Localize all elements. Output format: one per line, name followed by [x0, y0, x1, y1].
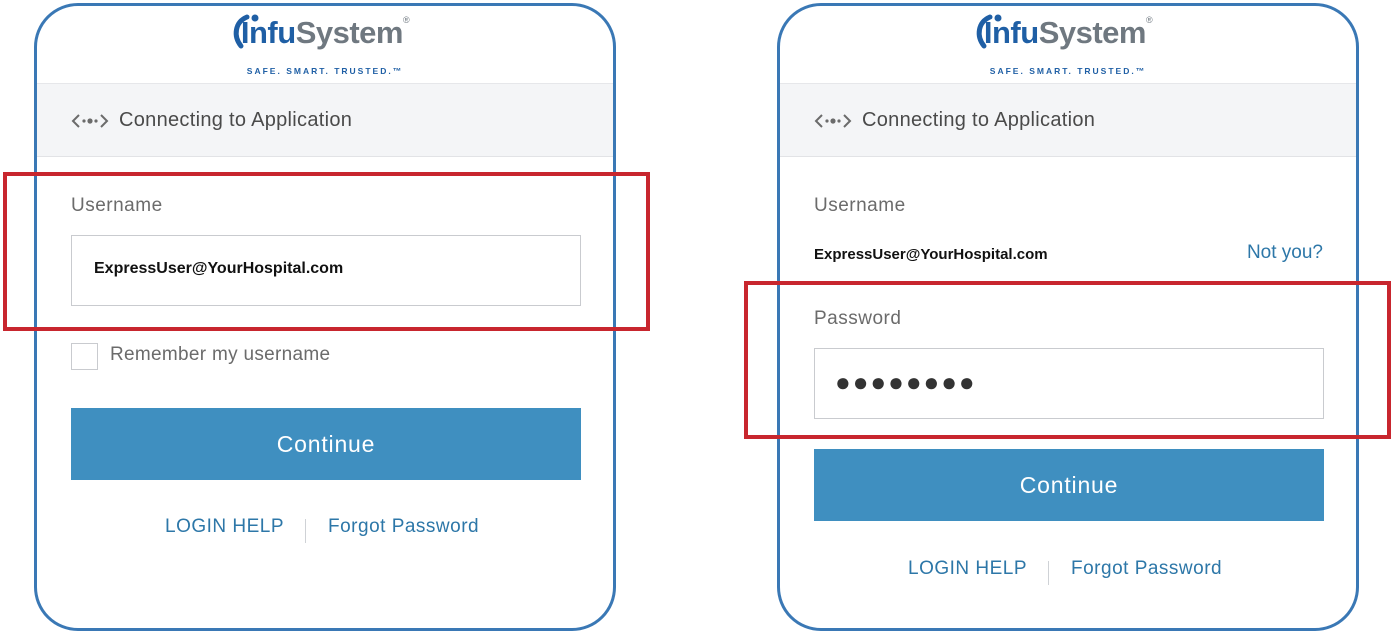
logo-system-text: System	[1038, 15, 1147, 50]
username-display: ExpressUser@YourHospital.com	[814, 246, 1048, 263]
brand-logo: InfuSystem® SAFE. SMART. TRUSTED.™	[37, 6, 613, 84]
banner-text: Connecting to Application	[119, 109, 353, 131]
link-separator	[1048, 561, 1049, 585]
logo-wordmark: InfuSystem®	[37, 15, 613, 51]
forgot-password-link[interactable]: Forgot Password	[328, 516, 479, 538]
connection-arrows-icon	[814, 114, 852, 128]
connection-arrows-icon	[71, 114, 109, 128]
username-label: Username	[814, 195, 906, 216]
logo-infu-text: Infu	[983, 15, 1039, 50]
continue-button[interactable]: Continue	[71, 408, 581, 480]
logo-tagline: SAFE. SMART. TRUSTED.™	[989, 66, 1147, 76]
connecting-banner: Connecting to Application	[37, 83, 613, 157]
logo-trademark: ®	[1145, 15, 1153, 25]
banner-text: Connecting to Application	[862, 109, 1096, 131]
connecting-banner: Connecting to Application	[780, 83, 1356, 157]
help-links: LOGIN HELP Forgot Password	[780, 558, 1356, 588]
brand-logo: InfuSystem® SAFE. SMART. TRUSTED.™	[780, 6, 1356, 84]
remember-username-checkbox[interactable]	[71, 343, 98, 370]
username-field-highlight	[3, 172, 650, 331]
login-help-link[interactable]: LOGIN HELP	[165, 516, 284, 538]
logo-system-text: System	[295, 15, 404, 50]
not-you-link[interactable]: Not you?	[1247, 242, 1323, 264]
logo-tagline: SAFE. SMART. TRUSTED.™	[246, 66, 404, 76]
continue-button[interactable]: Continue	[814, 449, 1324, 521]
remember-username-label[interactable]: Remember my username	[110, 344, 330, 366]
link-separator	[305, 519, 306, 543]
forgot-password-link[interactable]: Forgot Password	[1071, 558, 1222, 580]
password-field-highlight	[744, 281, 1391, 439]
login-help-link[interactable]: LOGIN HELP	[908, 558, 1027, 580]
logo-infu-text: Infu	[240, 15, 296, 50]
logo-trademark: ®	[402, 15, 410, 25]
logo-wordmark: InfuSystem®	[780, 15, 1356, 51]
help-links: LOGIN HELP Forgot Password	[37, 516, 613, 546]
